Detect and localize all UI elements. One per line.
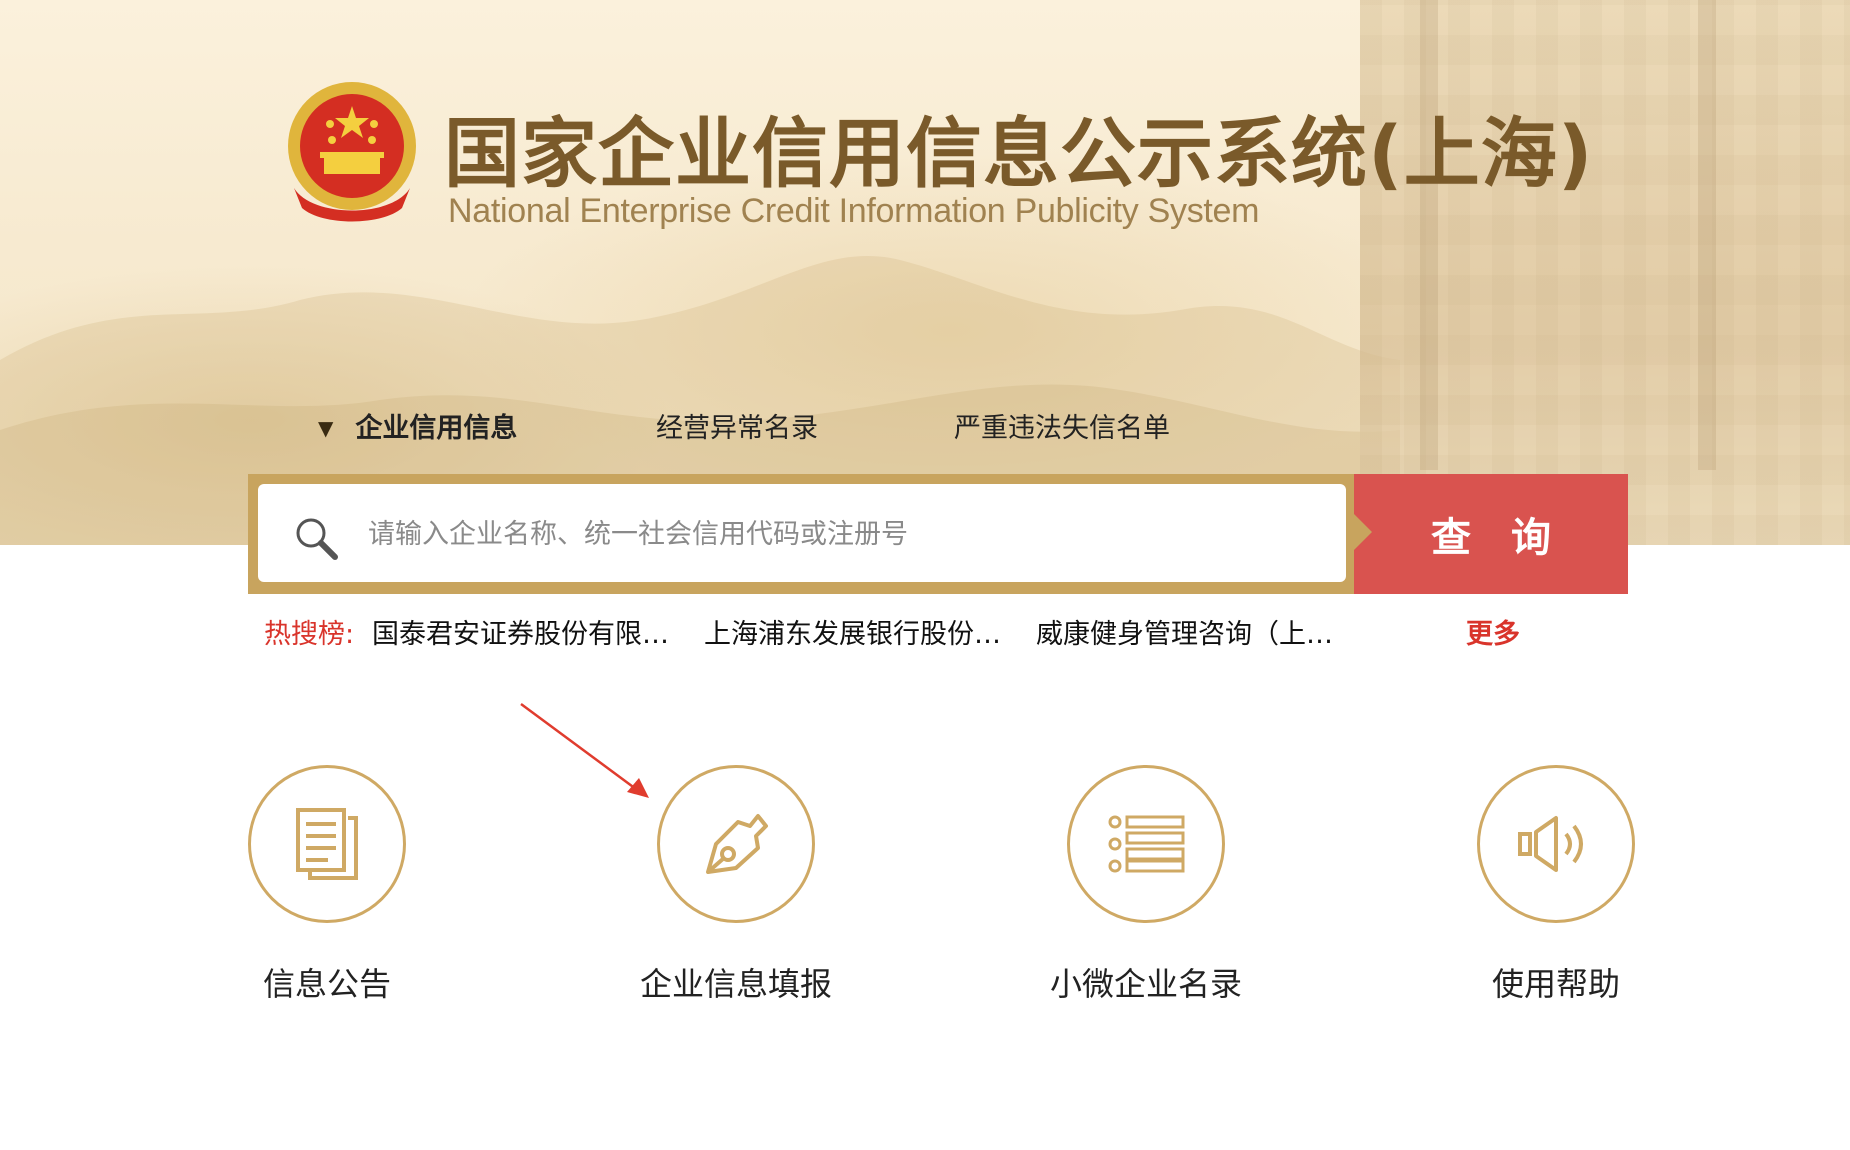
feature-circle	[1067, 765, 1225, 923]
feature-circle	[1477, 765, 1635, 923]
triangle-down-icon: ▼	[318, 416, 334, 440]
pen-icon	[706, 814, 768, 874]
red-arrow-annotation	[520, 702, 649, 798]
feature-usage-help[interactable]: 使用帮助	[1476, 765, 1636, 1005]
tab-abnormal-operation[interactable]: 经营异常名录	[656, 406, 818, 445]
hot-search-bar: 热搜榜: 国泰君安证券股份有限… 上海浦东发展银行股份… 威康健身管理咨询（上……	[264, 612, 1520, 651]
search-bar	[248, 474, 1356, 594]
tab-label: 企业信用信息	[355, 413, 518, 444]
search-button[interactable]: 查询	[1354, 474, 1628, 594]
hot-search-label: 热搜榜:	[264, 619, 355, 650]
tab-label: 经营异常名录	[656, 413, 818, 444]
search-input[interactable]	[366, 484, 1270, 584]
speaker-icon	[1518, 816, 1583, 872]
tab-enterprise-credit[interactable]: ▼ 企业信用信息	[318, 406, 517, 445]
feature-label: 小微企业名录	[1049, 965, 1242, 1003]
tab-serious-violation[interactable]: 严重违法失信名单	[954, 406, 1170, 445]
search-button-label: 查询	[1431, 515, 1591, 561]
list-icon	[1108, 815, 1185, 873]
hero-banner	[0, 0, 1850, 545]
search-icon	[296, 518, 338, 560]
site-title-english: National Enterprise Credit Information P…	[448, 192, 1260, 230]
site-title-chinese: 国家企业信用信息公示系统(上海)	[444, 109, 1594, 198]
search-field-wrapper	[258, 484, 1346, 584]
feature-small-micro-directory[interactable]: 小微企业名录	[1050, 765, 1242, 1005]
feature-label: 企业信息填报	[639, 965, 832, 1003]
feature-label: 信息公告	[262, 965, 391, 1003]
hot-search-item[interactable]: 国泰君安证券股份有限…	[372, 612, 669, 651]
feature-circle	[248, 765, 406, 923]
tab-label: 严重违法失信名单	[954, 413, 1170, 444]
feature-info-announcement[interactable]: 信息公告	[247, 765, 407, 1005]
feature-circle	[657, 765, 815, 923]
monument-decoration	[1360, 0, 1850, 545]
document-icon	[296, 808, 358, 880]
hot-search-more-link[interactable]: 更多	[1466, 612, 1520, 651]
feature-enterprise-info-filing[interactable]: 企业信息填报	[640, 765, 832, 1005]
hot-search-item[interactable]: 威康健身管理咨询（上…	[1036, 612, 1333, 651]
hot-search-item[interactable]: 上海浦东发展银行股份…	[704, 612, 1001, 651]
feature-label: 使用帮助	[1491, 965, 1620, 1003]
national-emblem-icon	[288, 82, 416, 222]
